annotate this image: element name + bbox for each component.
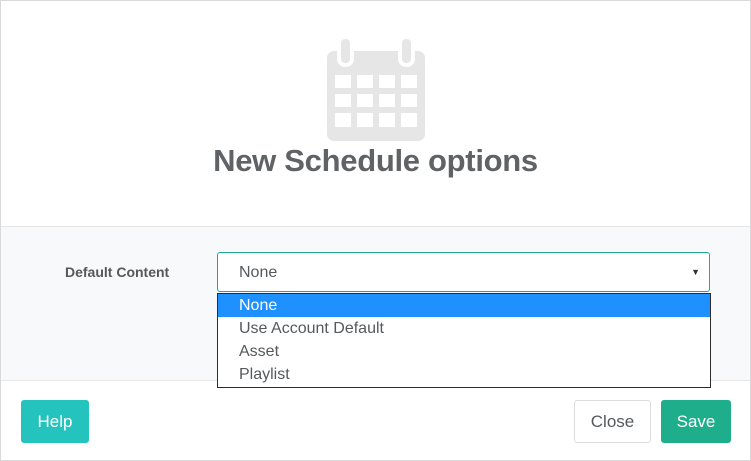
- modal-header: New Schedule options: [1, 1, 750, 227]
- save-button[interactable]: Save: [661, 400, 731, 443]
- option-asset[interactable]: Asset: [218, 340, 710, 363]
- default-content-select[interactable]: None ▼: [217, 252, 710, 292]
- calendar-icon: [327, 37, 425, 141]
- default-content-dropdown: None Use Account Default Asset Playlist: [217, 293, 711, 388]
- modal-dialog: New Schedule options Default Content Non…: [0, 0, 751, 461]
- caret-down-icon: ▼: [691, 267, 700, 277]
- select-value: None: [239, 264, 278, 281]
- option-none[interactable]: None: [218, 294, 710, 317]
- option-use-account-default[interactable]: Use Account Default: [218, 317, 710, 340]
- close-button[interactable]: Close: [574, 400, 651, 443]
- modal-footer: Help Close Save: [1, 381, 750, 460]
- help-button[interactable]: Help: [21, 400, 89, 443]
- default-content-label: Default Content: [65, 264, 170, 280]
- modal-title: New Schedule options: [213, 143, 538, 178]
- modal-body: Default Content None ▼ None Use Account …: [1, 227, 750, 388]
- option-playlist[interactable]: Playlist: [218, 363, 710, 386]
